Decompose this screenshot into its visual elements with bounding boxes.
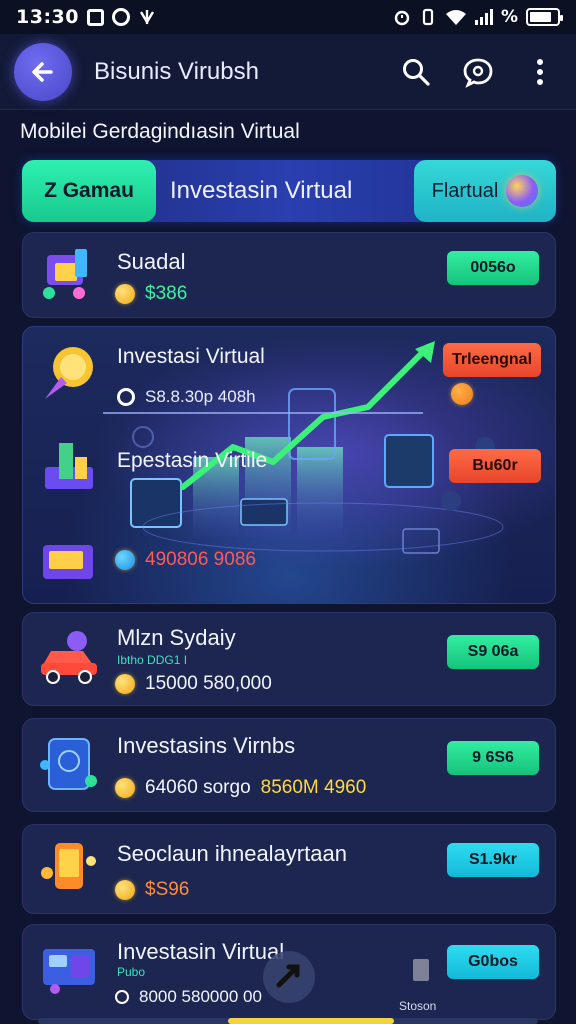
card-title: Investasins Virnbs [117, 733, 296, 758]
card-action-button[interactable]: 9 6S6 [447, 741, 539, 775]
page-subtitle: Mobilei Gerdagindıasin Virtual [20, 120, 300, 143]
card-title: Mlzn Sydaiy [117, 625, 236, 650]
coin-icon [115, 778, 135, 798]
buy-badge-button[interactable]: Bu60r [449, 449, 541, 483]
trending-badge[interactable]: Trleengnal [443, 343, 541, 377]
phone-app-illustration-icon [40, 738, 97, 790]
app-bar: Bisunis Virubsh [0, 34, 576, 110]
tab-gamau[interactable]: Z Gamau [22, 160, 156, 222]
list-item[interactable]: Suadal $386 0056o [22, 232, 556, 318]
card-action-button[interactable]: G0bos [447, 945, 539, 979]
arrow-left-icon [32, 61, 53, 82]
tab-bar: Z Gamau Investasin Virtual Flartual [22, 160, 556, 222]
coin-rocket-icon [45, 347, 93, 399]
notification-box-icon [86, 8, 104, 26]
nfc-icon [139, 10, 155, 25]
chat-button[interactable] [462, 56, 494, 88]
tab-flartual[interactable]: Flartual [414, 160, 556, 222]
more-vertical-icon [537, 58, 543, 85]
clock-icon [115, 990, 129, 1004]
floating-action-button[interactable] [261, 949, 317, 1005]
featured-investment-card[interactable]: Investasi Virtual S8.8.30p 408h Trleengn… [22, 326, 556, 604]
feature-second-title: Epestasin Virtile [117, 449, 268, 472]
wallet-card-icon [43, 545, 93, 579]
globe-icon [506, 175, 539, 207]
card-subtitle: Ibtho DDG1 I [117, 653, 188, 667]
wifi-icon [445, 10, 466, 25]
back-button[interactable] [14, 42, 72, 101]
status-bar: 13:30 % [0, 0, 576, 34]
card-footer-label: Stoson [399, 999, 437, 1013]
vibrate-icon [422, 8, 434, 26]
shopping-illustration-icon [43, 249, 87, 299]
document-icon [413, 959, 429, 981]
dashboard-illustration-icon [43, 949, 95, 994]
home-indicator [38, 1018, 538, 1024]
card-amount-primary: 64060 sorgo [145, 777, 251, 798]
chat-bubble-icon [463, 58, 493, 88]
car-illustration-icon [41, 631, 97, 684]
card-subtitle: Pubo [117, 965, 146, 979]
blue-coin-icon [115, 550, 135, 570]
app-title: Bisunis Virubsh [94, 57, 259, 85]
signal-icon [474, 9, 493, 25]
card-title: Investasin Virtual [117, 939, 285, 964]
coin-icon [115, 880, 135, 900]
notification-circle-icon [111, 8, 130, 26]
battery-icon [526, 8, 563, 26]
card-action-button[interactable]: S9 06a [447, 635, 539, 669]
card-amount: 15000 580,000 [145, 673, 272, 694]
coin-icon [115, 284, 135, 304]
list-item[interactable]: Investasin Virtual Pubo 8000 580000 00 G… [22, 924, 556, 1020]
card-title: Seoclaun ihnealayrtaan [117, 841, 347, 866]
search-icon [403, 58, 430, 86]
status-time: 13:30 [16, 6, 79, 28]
coin-icon [115, 674, 135, 694]
card-amount: $386 [145, 283, 188, 304]
feature-amount: 490806 9086 [145, 549, 256, 570]
search-button[interactable] [400, 56, 432, 88]
tab-investasi-virtual[interactable]: Investasin Virtual [156, 177, 414, 205]
clock-icon [117, 388, 135, 406]
battery-percent-icon: % [500, 7, 518, 27]
tab-flartual-label: Flartual [431, 179, 499, 202]
alarm-icon [394, 10, 410, 26]
card-action-button[interactable]: S1.9kr [447, 843, 539, 877]
feature-meta: S8.8.30p 408h [145, 387, 256, 406]
list-item[interactable]: Mlzn Sydaiy Ibtho DDG1 I 15000 580,000 S… [22, 612, 556, 706]
card-action-button[interactable]: 0056o [447, 251, 539, 285]
card-amount: $S96 [145, 879, 190, 900]
feature-title: Investasi Virtual [117, 345, 265, 368]
card-title: Suadal [117, 249, 186, 274]
card-amount-secondary: 8560M 4960 [260, 777, 367, 798]
mobile-shop-illustration-icon [41, 843, 96, 889]
city-building-icon [45, 443, 93, 489]
card-amount: 8000 580000 00 [139, 987, 262, 1006]
orange-coin-icon [451, 383, 473, 405]
list-item[interactable]: Investasins Virnbs 64060 sorgo 8560M 496… [22, 718, 556, 812]
more-options-button[interactable] [524, 56, 556, 88]
list-item[interactable]: Seoclaun ihnealayrtaan $S96 S1.9kr [22, 824, 556, 914]
